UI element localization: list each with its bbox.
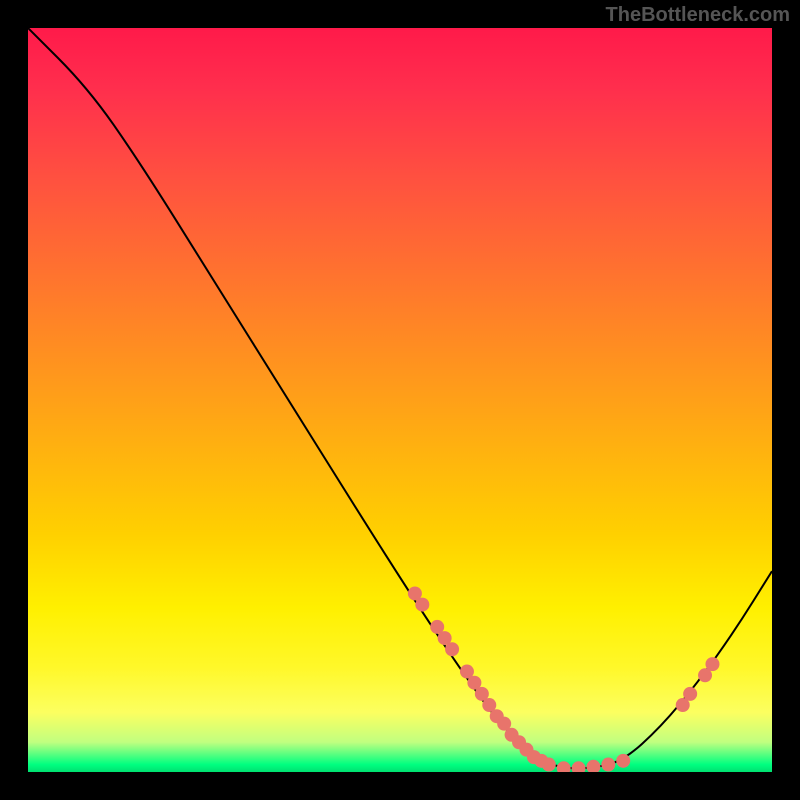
- data-point: [683, 687, 697, 701]
- data-point: [572, 761, 586, 772]
- chart-area: [28, 28, 772, 772]
- scatter-points-group: [408, 586, 720, 772]
- data-point: [415, 598, 429, 612]
- watermark-text: TheBottleneck.com: [606, 4, 790, 27]
- data-point: [557, 761, 571, 772]
- bottleneck-curve: [28, 28, 772, 768]
- data-point: [601, 758, 615, 772]
- data-point: [705, 657, 719, 671]
- chart-svg: [28, 28, 772, 772]
- data-point: [542, 758, 556, 772]
- data-point: [445, 642, 459, 656]
- data-point: [586, 760, 600, 772]
- data-point: [616, 754, 630, 768]
